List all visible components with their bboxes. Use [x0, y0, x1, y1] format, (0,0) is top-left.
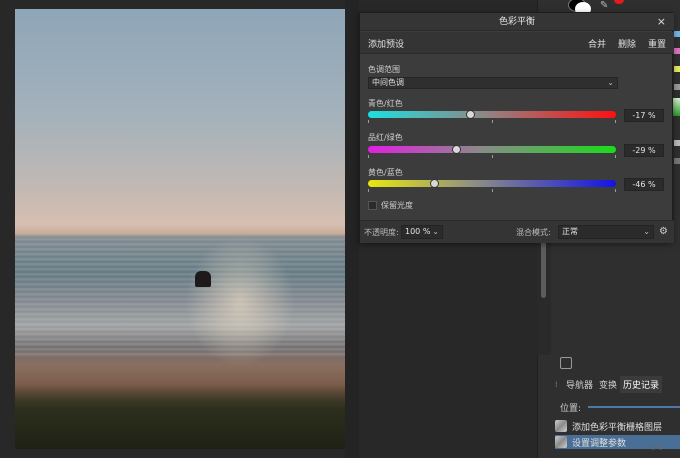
opacity-label: 不透明度:: [364, 228, 399, 237]
preserve-luminosity-checkbox[interactable]: [368, 201, 377, 210]
magenta-green-slider-handle[interactable]: [451, 145, 461, 154]
add-preset-button[interactable]: 添加预设: [368, 37, 404, 50]
reset-button[interactable]: 重置: [648, 37, 666, 50]
dialog-footer: 不透明度: 100 % ⌄ 混合模式: 正常 ⌄ ⚙: [360, 220, 674, 243]
preserve-luminosity-label: 保留光度: [381, 201, 413, 210]
gear-icon[interactable]: ⚙: [659, 226, 668, 237]
tone-range-value: 中间色调: [372, 78, 404, 87]
chevron-down-icon: ⌄: [432, 227, 439, 236]
canvas-gutter: [345, 0, 359, 458]
swatch-gray[interactable]: [674, 84, 680, 90]
swatch-dark-gray[interactable]: [674, 158, 680, 164]
bottom-panel-tabs: ⁞ 导航器 变换 历史记录: [555, 375, 680, 393]
sea-reflection: [15, 237, 345, 357]
swatch-green-gradient[interactable]: [672, 98, 680, 116]
yellow-blue-ticks: [368, 189, 616, 193]
dialog-title[interactable]: 色彩平衡: [360, 13, 674, 31]
close-icon[interactable]: ×: [657, 15, 666, 29]
blend-mode-value: 正常: [562, 227, 578, 236]
yellow-blue-value-field[interactable]: -46 %: [624, 178, 664, 191]
yellow-blue-slider[interactable]: [368, 180, 616, 187]
watermark: ✎✎: [648, 444, 664, 454]
swimmers-silhouette: [195, 271, 211, 287]
magenta-green-value-field[interactable]: -29 %: [624, 144, 664, 157]
cyan-red-slider[interactable]: [368, 111, 616, 118]
sun-glare: [185, 237, 295, 367]
yellow-blue-label: 黄色/蓝色: [368, 168, 403, 177]
chevron-down-icon: ⌄: [643, 227, 650, 236]
adjustment-layer-icon: [555, 420, 567, 432]
cyan-red-value-field[interactable]: -17 %: [624, 109, 664, 122]
toolbar-actions: 合并 删除 重置: [588, 37, 666, 50]
color-balance-dialog: 色彩平衡 × 添加预设 合并 删除 重置 色调范围 中间色调 ⌄ 青色/红色 -…: [359, 12, 674, 243]
swatch-pink[interactable]: [674, 48, 680, 54]
blend-mode-select[interactable]: 正常 ⌄: [558, 225, 654, 239]
history-position-slider[interactable]: [588, 406, 680, 408]
history-item-label: 设置调整参数: [572, 438, 627, 449]
eyedropper-icon[interactable]: ✎: [600, 0, 610, 11]
swatch-blue[interactable]: [674, 31, 680, 37]
magenta-green-label: 品红/绿色: [368, 133, 403, 142]
tab-navigator[interactable]: 导航器: [563, 376, 596, 393]
position-label: 位置:: [560, 403, 582, 414]
tone-range-select[interactable]: 中间色调 ⌄: [368, 77, 618, 89]
dialog-toolbar: 添加预设 合并 删除 重置: [360, 32, 674, 54]
tab-history[interactable]: 历史记录: [620, 375, 663, 393]
magenta-green-ticks: [368, 155, 616, 159]
tab-transform[interactable]: 变换: [596, 376, 620, 393]
panel-scrollbar-thumb[interactable]: [541, 238, 546, 298]
opacity-select[interactable]: 100 % ⌄: [401, 225, 443, 239]
tone-range-label: 色调范围: [368, 65, 400, 74]
chevron-down-icon: ⌄: [607, 78, 614, 87]
document-canvas[interactable]: [15, 9, 345, 449]
swatch-yellow[interactable]: [674, 66, 680, 72]
opacity-value: 100 %: [405, 227, 431, 236]
adjustment-layer-icon: [555, 436, 567, 448]
cyan-red-label: 青色/红色: [368, 99, 403, 108]
app-window: ✎ ⁞ 导航器 变换 历史记录 位置: 添加色彩平衡栅格图层 设置调整参数 色彩…: [0, 0, 680, 458]
history-item[interactable]: 添加色彩平衡栅格图层: [555, 419, 680, 433]
magenta-green-slider[interactable]: [368, 146, 616, 153]
swatch-light-gray[interactable]: [674, 140, 680, 146]
blend-mode-label: 混合模式:: [516, 228, 551, 237]
panel-grip-icon[interactable]: ⁞: [555, 380, 563, 389]
panel-toggle-icon[interactable]: [560, 357, 572, 369]
cyan-red-ticks: [368, 120, 616, 124]
merge-button[interactable]: 合并: [588, 37, 606, 50]
delete-button[interactable]: 删除: [618, 37, 636, 50]
history-item-label: 添加色彩平衡栅格图层: [572, 422, 663, 433]
history-position-row: 位置:: [560, 400, 680, 414]
foreground-grass: [15, 384, 345, 449]
